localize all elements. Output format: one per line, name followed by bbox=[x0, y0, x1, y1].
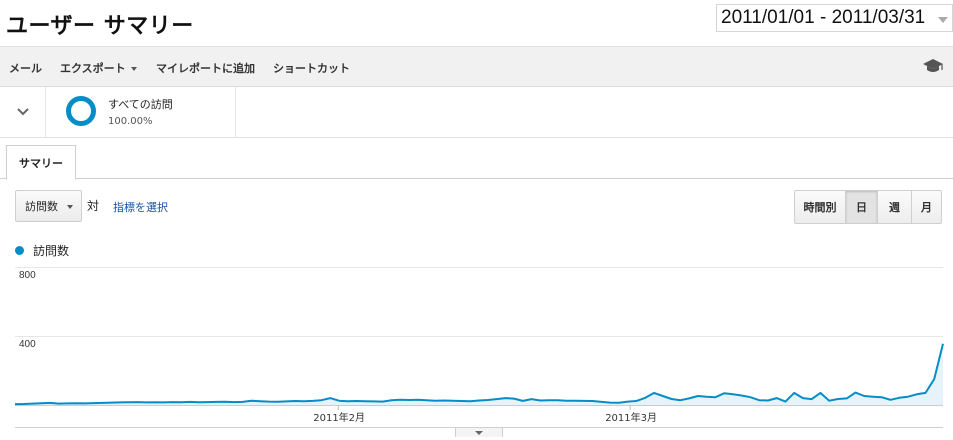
select-metric-link[interactable]: 指標を選択 bbox=[113, 199, 168, 215]
date-range-text: 2011/01/01 - 2011/03/31 bbox=[721, 7, 926, 28]
x-tick-label: 2011年3月 bbox=[605, 413, 657, 424]
shortcut-button[interactable]: ショートカット bbox=[273, 60, 350, 76]
granularity-month-button[interactable]: 月 bbox=[911, 191, 941, 223]
chevron-down-icon bbox=[475, 430, 483, 435]
toolbar: メール エクスポート マイレポートに追加 ショートカット bbox=[0, 46, 953, 87]
chart-legend: 訪問数 bbox=[15, 242, 69, 259]
export-label: エクスポート bbox=[60, 62, 126, 75]
segment-expand-toggle[interactable] bbox=[0, 87, 46, 137]
chevron-down-icon bbox=[16, 108, 29, 116]
email-button[interactable]: メール bbox=[9, 60, 42, 76]
page-title: ユーザー サマリー bbox=[6, 14, 194, 39]
granularity-day-button[interactable]: 日 bbox=[845, 191, 877, 223]
segment-row: すべての訪問 100.00% bbox=[0, 87, 953, 138]
export-button[interactable]: エクスポート bbox=[60, 60, 137, 76]
graduation-cap-icon[interactable] bbox=[922, 57, 944, 75]
visits-chart: 800 400 2011年2月 2011年3月 bbox=[0, 260, 953, 440]
segment-card[interactable]: すべての訪問 100.00% bbox=[46, 87, 236, 137]
metric-select-value: 訪問数 bbox=[25, 200, 58, 213]
chart-canvas bbox=[14, 267, 944, 410]
granularity-group: 時間別 日 週 月 bbox=[794, 190, 942, 224]
y-tick-label: 800 bbox=[19, 270, 36, 281]
chevron-down-icon bbox=[67, 205, 73, 209]
granularity-hourly-button[interactable]: 時間別 bbox=[795, 191, 845, 223]
date-range-picker[interactable]: 2011/01/01 - 2011/03/31 bbox=[716, 4, 953, 32]
chevron-down-icon bbox=[938, 17, 948, 23]
segment-donut-icon bbox=[66, 96, 96, 126]
x-tick-label: 2011年2月 bbox=[313, 413, 366, 424]
tab-bar: サマリー bbox=[0, 138, 953, 180]
vs-label: 対 bbox=[87, 199, 100, 213]
add-to-dashboard-button[interactable]: マイレポートに追加 bbox=[156, 60, 255, 76]
page: ユーザー サマリー 2011/01/01 - 2011/03/31 メール エク… bbox=[0, 0, 953, 440]
series-line bbox=[14, 343, 944, 406]
tab-summary[interactable]: サマリー bbox=[6, 145, 76, 180]
y-tick-label: 400 bbox=[19, 339, 36, 350]
granularity-week-button[interactable]: 週 bbox=[877, 191, 911, 223]
segment-percent: 100.00% bbox=[108, 116, 153, 127]
segment-name: すべての訪問 bbox=[108, 98, 173, 111]
series-area bbox=[15, 343, 943, 405]
legend-swatch bbox=[15, 246, 24, 255]
dropdown-caret-icon bbox=[130, 67, 137, 71]
legend-label: 訪問数 bbox=[33, 244, 70, 258]
metric-select[interactable]: 訪問数 bbox=[15, 190, 82, 222]
header: ユーザー サマリー 2011/01/01 - 2011/03/31 bbox=[0, 0, 953, 46]
chart-collapse-handle[interactable] bbox=[455, 427, 503, 437]
